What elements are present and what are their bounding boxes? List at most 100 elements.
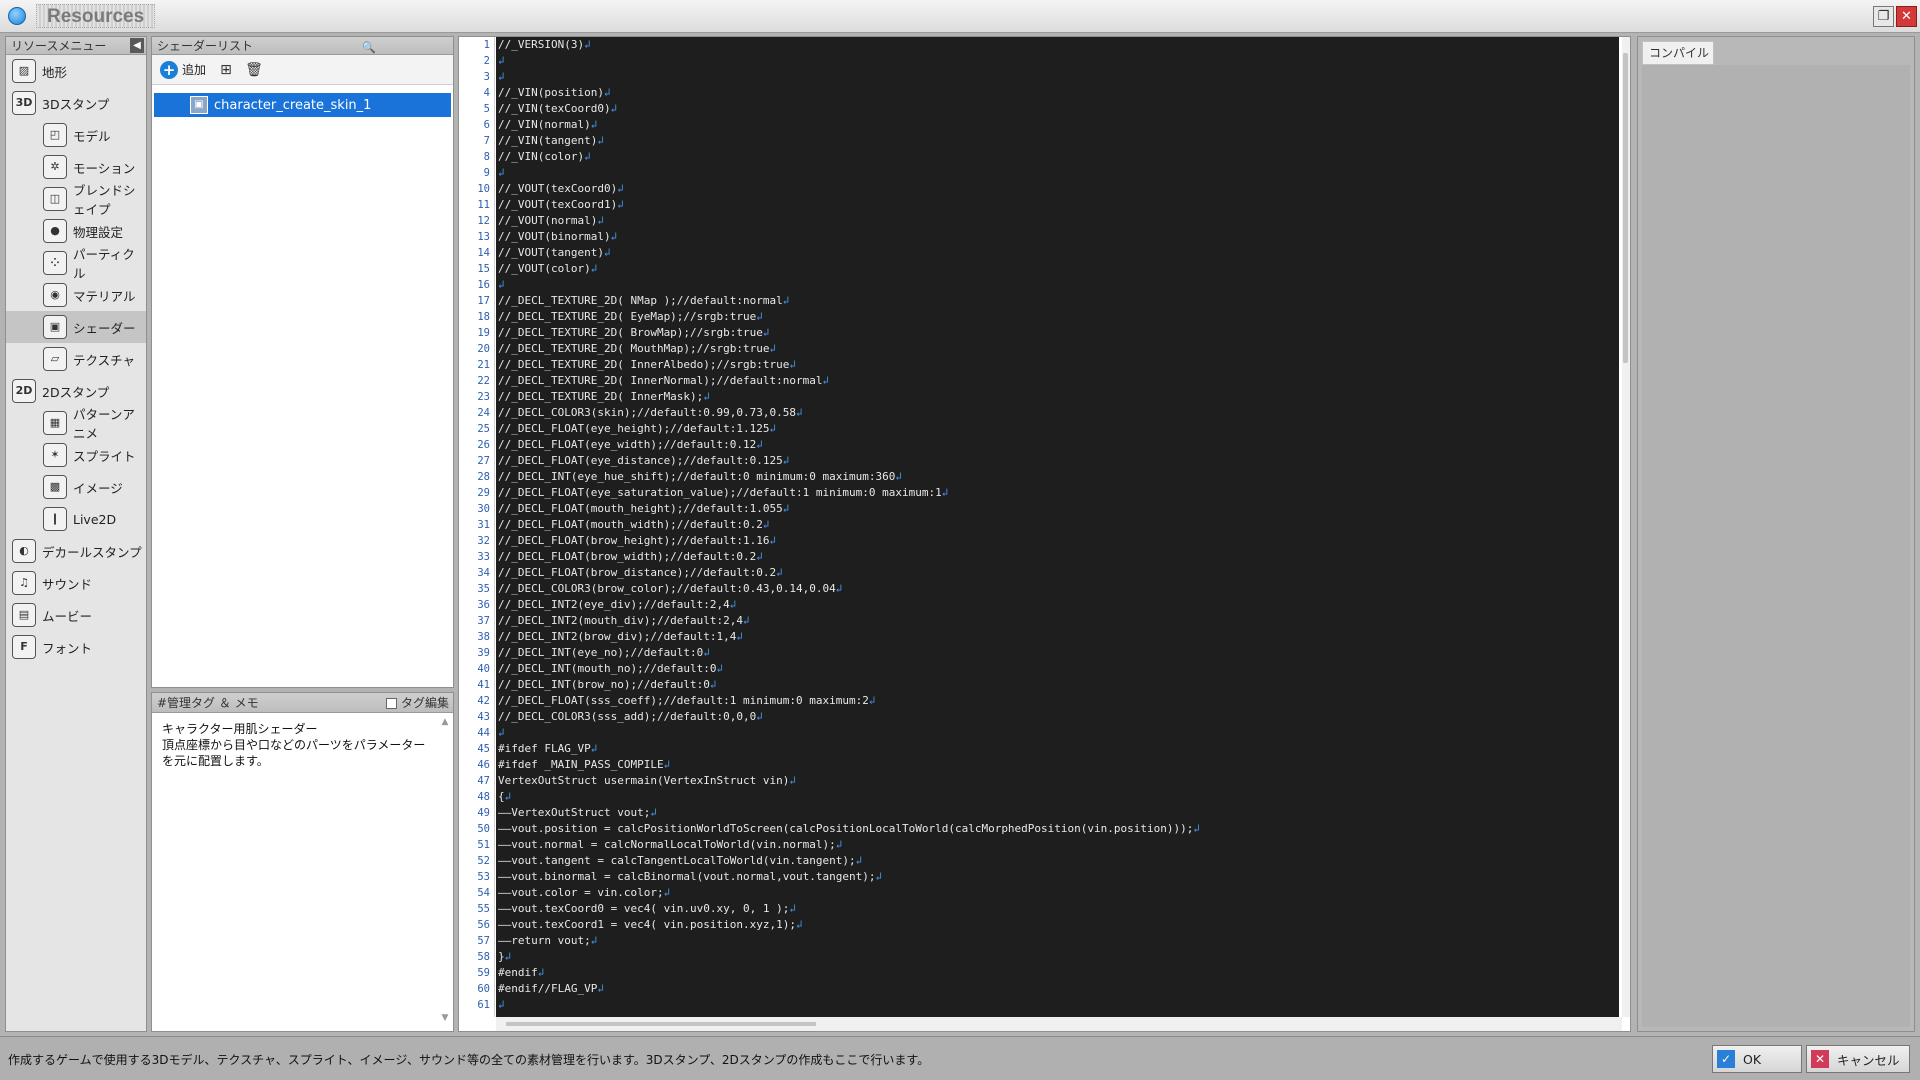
editor-vertical-scrollbar[interactable]: [1622, 37, 1630, 1017]
code-line: //_DECL_FLOAT(mouth_height);//default:1.…: [496, 501, 1619, 517]
return-mark-icon: ↲: [782, 294, 790, 307]
shader-code-editor[interactable]: 1 2 3 4 5 6 7 8 9 10 11 12 13 14 15 16 17 18 19 20 21 22 23 24 2…: [458, 36, 1631, 1032]
horizontal-scroll-thumb[interactable]: [506, 1022, 816, 1026]
return-mark-icon: ↲: [603, 246, 611, 259]
code-line: //_DECL_COLOR3(brow_color);//default:0.4…: [496, 581, 1619, 597]
line-number: 26: [477, 439, 490, 451]
code-text: //_DECL_FLOAT(brow_distance);//default:0…: [498, 566, 777, 579]
sidebar-item[interactable]: ▱ テクスチャ: [6, 343, 146, 375]
add-shader-label: 追加: [182, 63, 207, 77]
sidebar-item[interactable]: ✲ モーション: [6, 151, 146, 183]
sidebar-item[interactable]: 2D 2Dスタンプ: [6, 375, 146, 407]
return-mark-icon: ↲: [537, 966, 545, 979]
return-mark-icon: ↲: [650, 806, 657, 819]
return-mark-icon: ↲: [498, 54, 505, 67]
collapse-sidebar-button[interactable]: ◀: [130, 38, 144, 53]
tag-edit-checkbox[interactable]: [385, 697, 397, 709]
code-line: //_DECL_FLOAT(mouth_width);//default:0.2…: [496, 517, 1619, 533]
line-number: 46: [477, 759, 490, 771]
line-number: 59: [477, 967, 490, 979]
line-number: 49: [477, 807, 490, 819]
close-window-button[interactable]: ✕: [1896, 6, 1917, 27]
code-text: //_DECL_INT2(brow_div);//default:1,4: [498, 630, 737, 643]
cancel-button[interactable]: ✕ キャンセル: [1806, 1045, 1910, 1073]
texture-icon: ▱: [43, 347, 67, 371]
sidebar-item[interactable]: ▣ シェーダー: [6, 311, 146, 343]
code-line: ——vout.binormal = calcBinormal(vout.norm…: [496, 869, 1619, 885]
add-shader-button[interactable]: + 追加: [156, 59, 210, 81]
return-mark-icon: ↲: [584, 150, 591, 163]
code-text: ——VertexOutStruct vout;: [498, 806, 651, 819]
return-mark-icon: ↲: [736, 630, 744, 643]
line-number: 32: [477, 535, 490, 547]
tag-memo-panel: #管理タグ ＆ メモ タグ編集 キャラクター用肌シェーダー 頂点座標から目や口な…: [151, 692, 454, 1032]
line-number: 30: [477, 503, 490, 515]
sidebar-item[interactable]: ◰ モデル: [6, 119, 146, 151]
code-line: #endif↲: [496, 965, 1619, 981]
return-mark-icon: ↲: [610, 102, 618, 115]
restore-window-button[interactable]: ❐: [1873, 6, 1894, 27]
sidebar-item[interactable]: ❙ Live2D: [6, 503, 146, 535]
trash-icon[interactable]: 🗑: [242, 59, 266, 81]
code-area[interactable]: //_VERSION(3)↲ ↲ ↲//_VIN(position)↲//_VIN(…: [496, 37, 1619, 1017]
line-number: 28: [477, 471, 490, 483]
sidebar-item[interactable]: ◐ デカールスタンプ: [6, 535, 146, 567]
shader-list-item[interactable]: ▣ character_create_skin_1: [154, 93, 451, 117]
return-mark-icon: ↲: [789, 774, 797, 787]
code-line: {↲: [496, 789, 1619, 805]
new-folder-button[interactable]: ⊞: [214, 59, 238, 81]
code-text: ——vout.normal = calcNormalLocalToWorld(v…: [498, 838, 836, 851]
return-mark-icon: ↲: [597, 982, 604, 995]
resource-menu-sidebar: リソースメニュー ◀ ▨ 地形 3D 3Dスタンプ ◰ モデル ✲ モーション ◫ ブレンドシェイ…: [5, 36, 147, 1032]
code-text: ——vout.binormal = calcBinormal(vout.norm…: [498, 870, 876, 883]
sidebar-item[interactable]: ▩ イメージ: [6, 471, 146, 503]
editor-horizontal-scrollbar[interactable]: [496, 1017, 1622, 1031]
code-text: #endif//FLAG_VP: [498, 982, 598, 995]
check-icon: ✓: [1717, 1050, 1735, 1068]
sidebar-item[interactable]: ⁘ パーティクル: [6, 247, 146, 281]
line-number: 14: [477, 247, 490, 259]
sidebar-item[interactable]: ▦ パターンアニメ: [6, 407, 146, 441]
line-number: 45: [477, 743, 490, 755]
return-mark-icon: ↲: [756, 710, 763, 723]
tab-compile[interactable]: コンパイル: [1642, 41, 1714, 65]
return-mark-icon: ↲: [776, 566, 783, 579]
line-number: 6: [483, 119, 490, 131]
code-text: //_DECL_COLOR3(skin);//default:0.99,0.73…: [498, 406, 797, 419]
shader-item-name: character_create_skin_1: [214, 97, 372, 113]
tag-edit-toggle[interactable]: タグ編集: [385, 693, 449, 713]
sidebar-item[interactable]: ● 物理設定: [6, 215, 146, 247]
sidebar-item[interactable]: ✶ スプライト: [6, 439, 146, 471]
line-number: 53: [477, 871, 490, 883]
memo-textarea[interactable]: キャラクター用肌シェーダー 頂点座標から目や口などのパーツをパラメーターを元に配…: [152, 713, 453, 769]
line-number: 3: [483, 71, 490, 83]
2d-stamp-icon: 2D: [12, 379, 36, 403]
line-number: 38: [477, 631, 490, 643]
return-mark-icon: ↲: [703, 390, 710, 403]
sidebar-item[interactable]: ▨ 地形: [6, 55, 146, 87]
code-line: //_DECL_INT(eye_no);//default:0↲: [496, 645, 1619, 661]
sidebar-item[interactable]: ◫ ブレンドシェイプ: [6, 183, 146, 217]
code-text: //_DECL_TEXTURE_2D( InnerAlbedo);//srgb:…: [498, 358, 790, 371]
line-number: 36: [477, 599, 490, 611]
sidebar-item[interactable]: ◉ マテリアル: [6, 279, 146, 311]
vertical-scroll-thumb[interactable]: [1623, 53, 1628, 363]
code-line: //_VIN(tangent)↲: [496, 133, 1619, 149]
line-number: 50: [477, 823, 490, 835]
sidebar-item[interactable]: ♫ サウンド: [6, 567, 146, 599]
line-number: 51: [477, 839, 490, 851]
scroll-down-icon[interactable]: ▼: [439, 1013, 451, 1023]
sidebar-item[interactable]: ▤ ムービー: [6, 599, 146, 631]
return-mark-icon: ↲: [498, 726, 505, 739]
ok-button[interactable]: ✓ OK: [1712, 1045, 1802, 1073]
scroll-up-icon[interactable]: ▲: [439, 717, 451, 727]
line-number: 8: [483, 151, 490, 163]
line-number: 58: [477, 951, 490, 963]
sidebar-item[interactable]: F フォント: [6, 631, 146, 663]
sidebar-item[interactable]: 3D 3Dスタンプ: [6, 87, 146, 119]
code-text: //_DECL_FLOAT(eye_height);//default:1.12…: [498, 422, 770, 435]
memo-scrollbar[interactable]: ▲ ▼: [439, 717, 451, 1029]
search-icon[interactable]: 🔍: [362, 39, 376, 57]
particle-icon: ⁘: [43, 251, 67, 275]
code-line: ——vout.tangent = calcTangentLocalToWorld…: [496, 853, 1619, 869]
